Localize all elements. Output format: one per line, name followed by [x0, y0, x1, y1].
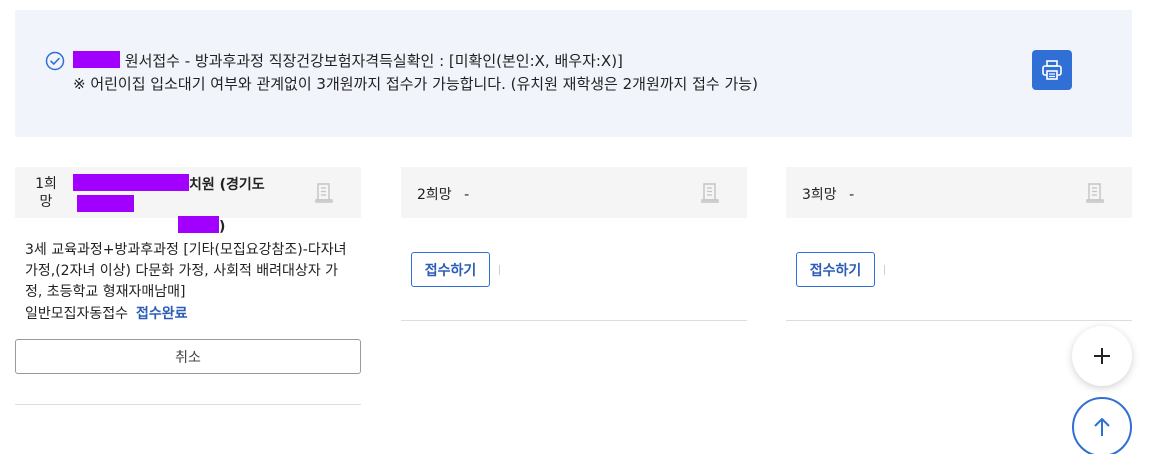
choice-header-1: 1희망 치원 (경기도 ): [15, 167, 361, 235]
notice-line-2: ※ 어린이집 입소대기 여부와 관계없이 3개원까지 접수가 가능합니다. (유…: [73, 75, 758, 93]
choice-rank-3: 3희망 -: [802, 184, 854, 204]
choice-school-2: -: [464, 187, 470, 203]
status-badge: 접수완료: [136, 306, 188, 322]
separator-tick: [884, 265, 885, 275]
divider-3: [786, 320, 1132, 321]
redacted-district: [178, 216, 219, 233]
choice-school-3: -: [849, 187, 855, 203]
divider-2: [401, 320, 747, 321]
choice-column-1: 1희망 치원 (경기도 ) 3세 교육과정+방과후과정 [기타(모집요강참조)-…: [15, 167, 361, 405]
choice-description-1: 3세 교육과정+방과후과정 [기타(모집요강참조)-다자녀 가정,(2자녀 이상…: [25, 242, 347, 300]
choice-header-2: 2희망 -: [401, 167, 747, 218]
choice-rank-1: 1희망: [35, 176, 57, 210]
scroll-top-button[interactable]: [1072, 397, 1132, 454]
document-icon: [701, 183, 719, 203]
choice-column-2: 2희망 - 접수하기: [401, 167, 747, 321]
redacted-name: [73, 51, 120, 68]
divider-1: [15, 404, 361, 405]
document-icon: [315, 183, 333, 203]
print-button[interactable]: [1032, 50, 1072, 90]
printer-icon: [1042, 60, 1062, 80]
arrow-up-icon: [1094, 418, 1110, 436]
choice-rank-label-3: 3희망: [802, 187, 837, 203]
choice-status-line-1: 일반모집자동접수 접수완료: [25, 304, 188, 324]
choice-rank-label-2: 2희망: [417, 187, 452, 203]
apply-button-3[interactable]: 접수하기: [796, 252, 875, 287]
application-method: 일반모집자동접수: [25, 306, 129, 322]
school-close: ): [219, 219, 226, 235]
notice-line-1: 원서접수 - 방과후과정 직장건강보험자격득실확인 : [미확인(본인:X, 배…: [73, 51, 623, 71]
redacted-region: [77, 195, 134, 212]
choice-school-1: 치원 (경기도 ): [73, 174, 323, 237]
plus-icon: [1094, 348, 1110, 364]
redacted-school-name: [73, 174, 189, 191]
choice-rank-2: 2희망 -: [417, 184, 469, 204]
document-icon: [1086, 183, 1104, 203]
check-circle-icon: [45, 51, 65, 71]
school-suffix: 치원 (경기도: [189, 177, 265, 193]
separator-tick: [499, 265, 500, 275]
cancel-button[interactable]: 취소: [15, 339, 361, 374]
choice-header-3: 3희망 -: [786, 167, 1132, 218]
apply-button-2[interactable]: 접수하기: [411, 252, 490, 287]
add-button[interactable]: [1072, 326, 1132, 386]
choice-column-3: 3희망 - 접수하기: [786, 167, 1132, 321]
notice-banner: 원서접수 - 방과후과정 직장건강보험자격득실확인 : [미확인(본인:X, 배…: [15, 10, 1132, 137]
notice-line-1-text: 원서접수 - 방과후과정 직장건강보험자격득실확인 : [미확인(본인:X, 배…: [124, 52, 623, 70]
